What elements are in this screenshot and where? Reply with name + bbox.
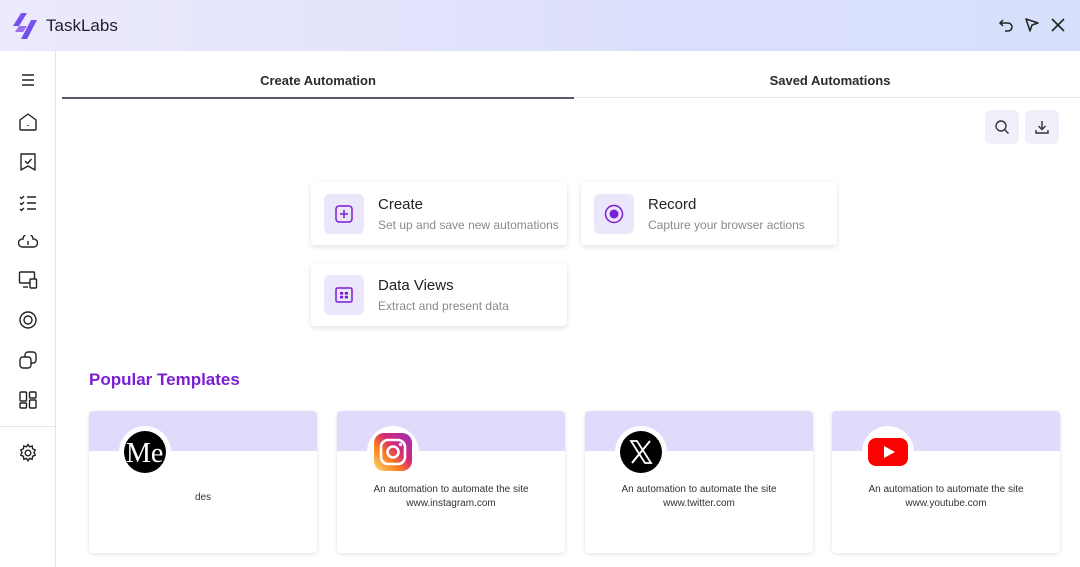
home-icon[interactable] bbox=[16, 110, 40, 134]
tab-create-automation[interactable]: Create Automation bbox=[62, 62, 574, 99]
template-desc: An automation to automate the site www.y… bbox=[868, 484, 1024, 509]
sidebar bbox=[0, 51, 56, 567]
data-views-title: Data Views bbox=[378, 277, 454, 294]
create-subtitle: Set up and save new automations bbox=[378, 218, 559, 232]
app-logo-icon bbox=[13, 13, 37, 39]
template-card-medium[interactable]: Me des bbox=[89, 411, 317, 553]
create-card[interactable]: Create Set up and save new automations bbox=[311, 182, 567, 245]
youtube-logo-icon bbox=[862, 426, 914, 478]
close-icon[interactable] bbox=[1048, 14, 1068, 36]
x-logo-icon bbox=[615, 426, 667, 478]
data-views-subtitle: Extract and present data bbox=[378, 299, 509, 313]
undo-icon[interactable] bbox=[996, 14, 1016, 36]
record-subtitle: Capture your browser actions bbox=[648, 218, 805, 232]
template-card-youtube[interactable]: An automation to automate the site www.y… bbox=[832, 411, 1060, 553]
plus-square-icon bbox=[324, 194, 364, 234]
popular-templates-title: Popular Templates bbox=[89, 370, 240, 389]
template-desc: An automation to automate the site www.t… bbox=[621, 484, 777, 509]
checklist-icon[interactable] bbox=[16, 191, 40, 215]
data-views-card[interactable]: Data Views Extract and present data bbox=[311, 263, 567, 326]
create-title: Create bbox=[378, 196, 424, 213]
grid-view-icon bbox=[324, 275, 364, 315]
copy-icon[interactable] bbox=[16, 348, 40, 372]
bookmark-check-icon[interactable] bbox=[16, 150, 40, 174]
search-button[interactable] bbox=[985, 110, 1019, 144]
download-icon bbox=[1035, 121, 1049, 134]
svg-text:Me: Me bbox=[126, 438, 163, 469]
record-card[interactable]: Record Capture your browser actions bbox=[581, 182, 837, 245]
download-button[interactable] bbox=[1025, 110, 1059, 144]
template-desc: des bbox=[194, 492, 212, 503]
app-title: TaskLabs bbox=[46, 16, 118, 35]
dashboard-icon[interactable] bbox=[16, 388, 40, 412]
target-icon[interactable] bbox=[16, 308, 40, 332]
title-bar: TaskLabs bbox=[0, 0, 1080, 51]
search-icon bbox=[995, 120, 1009, 134]
menu-icon[interactable] bbox=[16, 68, 40, 92]
record-title: Record bbox=[648, 196, 697, 213]
cloud-icon[interactable] bbox=[16, 230, 40, 254]
template-card-instagram[interactable]: An automation to automate the site www.i… bbox=[337, 411, 565, 553]
record-icon bbox=[594, 194, 634, 234]
sidebar-divider bbox=[0, 426, 56, 427]
template-card-x[interactable]: An automation to automate the site www.t… bbox=[585, 411, 813, 553]
settings-gear-icon[interactable] bbox=[16, 441, 40, 465]
devices-icon[interactable] bbox=[16, 268, 40, 292]
cursor-icon[interactable] bbox=[1022, 14, 1042, 36]
tab-saved-automations[interactable]: Saved Automations bbox=[574, 62, 1080, 98]
instagram-logo-icon bbox=[367, 426, 419, 478]
template-desc: An automation to automate the site www.i… bbox=[373, 484, 529, 509]
medium-logo-icon: Me bbox=[119, 426, 171, 478]
tab-bar: Create Automation Saved Automations bbox=[62, 62, 1080, 99]
